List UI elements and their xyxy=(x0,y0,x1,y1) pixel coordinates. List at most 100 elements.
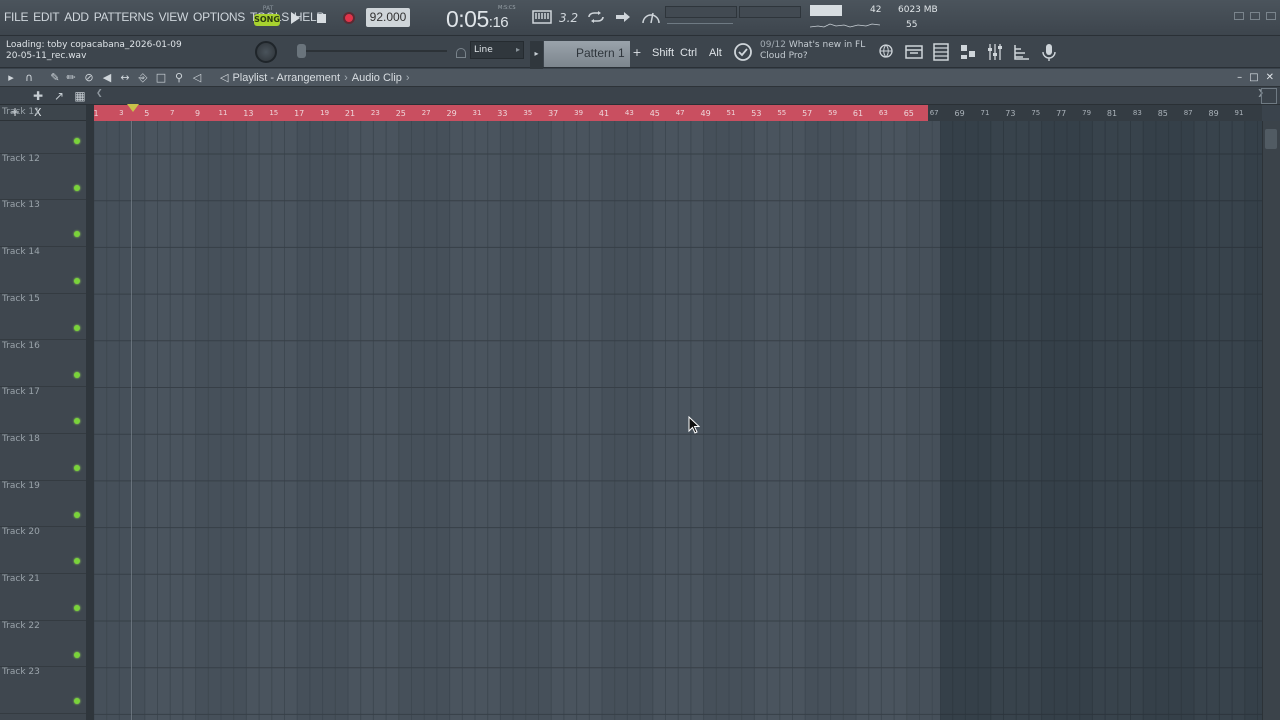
master-pitch-knob[interactable] xyxy=(255,41,277,63)
track-enable-led[interactable] xyxy=(74,464,80,471)
track-enable-led[interactable] xyxy=(74,418,80,425)
track-header[interactable]: Track 15 xyxy=(0,294,86,341)
playback-tool-icon[interactable]: ◁ xyxy=(190,71,204,85)
pitch-slider-thumb[interactable] xyxy=(297,44,306,58)
microphone-icon[interactable] xyxy=(1038,41,1060,63)
ruler-label: 25 xyxy=(395,109,406,118)
menu-patterns[interactable]: PATTERNS xyxy=(94,10,154,24)
track-header[interactable]: Track 14 xyxy=(0,247,86,294)
track-enable-led[interactable] xyxy=(74,324,80,331)
pat-song-toggle[interactable]: PAT SONG xyxy=(254,5,282,31)
grid-icon[interactable]: ▦ xyxy=(73,89,87,103)
channel-rack-icon[interactable] xyxy=(930,41,952,63)
alt-key-button[interactable]: Alt xyxy=(709,43,722,63)
add-pattern-button[interactable]: + xyxy=(631,41,643,67)
ruler-label: 11 xyxy=(218,109,228,117)
ruler-label: 75 xyxy=(1031,109,1041,117)
menu-options[interactable]: OPTIONS xyxy=(193,10,245,24)
track-header[interactable]: Track 23 xyxy=(0,667,86,715)
track-header[interactable]: Track 13 xyxy=(0,200,86,248)
globe-icon[interactable] xyxy=(878,43,894,59)
snap-magnet-icon[interactable]: ∩ xyxy=(22,71,36,85)
track-header[interactable]: Track 19 xyxy=(0,481,86,528)
master-pitch-slot[interactable] xyxy=(739,6,801,18)
snap-select[interactable]: Line xyxy=(470,41,524,59)
scroll-left-arrow-icon[interactable]: ❮ xyxy=(96,88,103,97)
metronome-icon[interactable] xyxy=(640,8,662,26)
ctrl-key-button[interactable]: Ctrl xyxy=(680,43,697,63)
piano-roll-icon[interactable] xyxy=(957,41,979,63)
menu-file[interactable]: FILE xyxy=(4,10,28,24)
playlist-window-icon[interactable] xyxy=(903,41,925,63)
tempo-display[interactable]: 92.000 xyxy=(366,8,410,27)
delete-tool-icon[interactable]: ⊘ xyxy=(82,71,96,85)
record-button[interactable] xyxy=(338,8,360,28)
draw-tool-icon[interactable]: ✎ xyxy=(48,71,62,85)
master-volume-slot[interactable] xyxy=(665,6,737,18)
mute-tool-icon[interactable]: ◀ xyxy=(100,71,114,85)
zoom-corner-button[interactable] xyxy=(1261,88,1277,104)
track-header[interactable]: Track 22 xyxy=(0,621,86,668)
menu-view[interactable]: VIEW xyxy=(159,10,189,24)
typing-keyboard-icon[interactable] xyxy=(531,8,553,26)
track-enable-led[interactable] xyxy=(74,371,80,378)
play-button[interactable] xyxy=(284,8,306,28)
minimize-button[interactable] xyxy=(1234,12,1244,20)
slice-tool-icon[interactable]: ⎆ xyxy=(136,71,150,85)
arrangement-grid[interactable] xyxy=(94,121,1262,720)
menu-add[interactable]: ADD xyxy=(64,10,89,24)
playlist-clip-name[interactable]: Audio Clip xyxy=(352,72,402,84)
hint-line-2: 20-05-11_rec.wav xyxy=(6,51,87,61)
track-enable-led[interactable] xyxy=(74,278,80,285)
countdown-icon[interactable]: 3.2 xyxy=(557,8,579,26)
track-header[interactable]: Track 12 xyxy=(0,154,86,201)
resize-arrow-icon[interactable]: ↗ xyxy=(52,89,66,103)
playhead-marker[interactable] xyxy=(127,104,139,112)
restore-button[interactable] xyxy=(1250,12,1260,20)
cpu-memory-monitor[interactable]: 42 6023 MB 55 xyxy=(808,3,938,33)
track-enable-led[interactable] xyxy=(74,605,80,611)
news-panel[interactable]: 09/12 What's new in FL Cloud Pro? xyxy=(760,40,880,62)
playlist-close-button[interactable]: ✕ xyxy=(1266,72,1274,83)
playlist-maximize-button[interactable]: □ xyxy=(1249,72,1258,83)
move-icon[interactable]: ✚ xyxy=(31,89,45,103)
pattern-selector[interactable]: Pattern 1 xyxy=(544,41,630,67)
loop-record-icon[interactable] xyxy=(585,8,607,26)
horizontal-scrollbar[interactable]: ❮ ❯ xyxy=(96,88,1264,99)
pattern-prev-button[interactable]: ▸ xyxy=(530,41,543,69)
track-enable-led[interactable] xyxy=(74,698,80,705)
select-tool-icon[interactable]: □ xyxy=(154,71,168,85)
master-volume-area[interactable] xyxy=(665,4,803,32)
track-header[interactable]: Track 20 xyxy=(0,527,86,574)
playlist-options-arrow-icon[interactable]: ▸ xyxy=(4,71,18,85)
time-display[interactable]: 0:05:16 M:S:CS xyxy=(420,3,520,33)
track-enable-led[interactable] xyxy=(74,231,80,238)
track-enable-led[interactable] xyxy=(74,184,80,191)
mixer-icon[interactable] xyxy=(984,41,1006,63)
shift-key-button[interactable]: Shift xyxy=(652,43,674,63)
timeline-ruler[interactable]: 1 3 5 7 9 11 13 15 17 19 21 23 25 27 29 31 33 35 37 39 41 43 4… xyxy=(93,105,1262,121)
slip-tool-icon[interactable]: ↔ xyxy=(118,71,132,85)
menu-edit[interactable]: EDIT xyxy=(33,10,59,24)
track-header[interactable]: Track 17 xyxy=(0,387,86,434)
news-icon[interactable] xyxy=(731,40,755,64)
track-header[interactable]: Track 16 xyxy=(0,341,86,388)
step-edit-icon[interactable] xyxy=(612,8,634,26)
track-header[interactable]: Track 18 xyxy=(0,434,86,481)
close-button[interactable] xyxy=(1266,12,1276,20)
playlist-minimize-button[interactable]: – xyxy=(1237,72,1242,83)
track-enable-led[interactable] xyxy=(74,511,80,518)
track-header-divider[interactable] xyxy=(86,105,94,720)
pitch-slider[interactable] xyxy=(297,44,447,58)
track-enable-led[interactable] xyxy=(74,558,80,565)
stop-button[interactable] xyxy=(310,8,332,28)
zoom-tool-icon[interactable]: ⚲ xyxy=(172,71,186,85)
vertical-scrollbar-thumb[interactable] xyxy=(1265,129,1277,149)
track-header[interactable]: Track 21 xyxy=(0,574,86,621)
track-header[interactable]: Track 11 xyxy=(0,107,86,154)
track-enable-led[interactable] xyxy=(74,651,80,658)
browser-icon[interactable] xyxy=(1011,41,1033,63)
vertical-scrollbar[interactable] xyxy=(1262,121,1280,720)
track-enable-led[interactable] xyxy=(74,138,80,144)
paint-tool-icon[interactable]: ✏ xyxy=(64,71,78,85)
